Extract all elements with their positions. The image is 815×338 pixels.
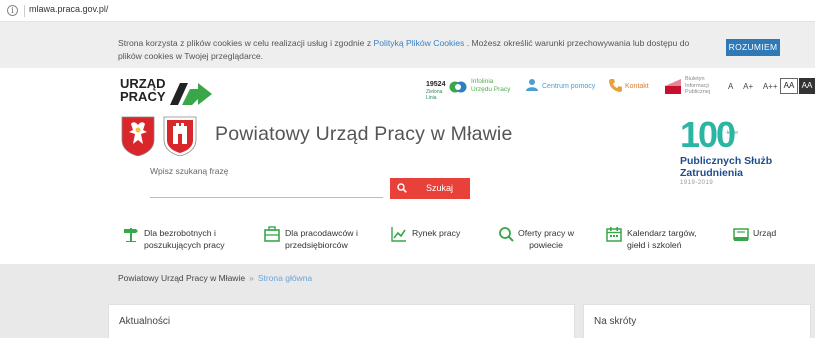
search-button[interactable]: Szukaj	[390, 178, 470, 199]
breadcrumb-home-link[interactable]: Powiatowy Urząd Pracy w Mławie	[118, 273, 245, 283]
bip-label: Biuletyn Informacji Publicznej	[685, 76, 711, 95]
font-size-large[interactable]: A+	[743, 82, 753, 91]
urzad-pracy-logo[interactable]: URZĄD PRACY	[120, 77, 212, 105]
cookie-text-before: Strona korzysta z plików cookies w celu …	[118, 38, 372, 48]
signpost-icon	[124, 228, 138, 242]
nav-line: poszukujących pracy	[144, 240, 225, 250]
logo-line2: PRACY	[120, 89, 166, 104]
anniversary-years: 1919-2019	[680, 180, 714, 186]
nav-label-employers: Dla pracodawców i przedsiębiorców	[285, 227, 358, 251]
contact-label: Kontakt	[625, 83, 649, 90]
hotline-sub: Zielona Linia	[426, 89, 443, 101]
address-separator	[24, 5, 25, 17]
contrast-normal-button[interactable]: AA	[780, 78, 798, 94]
chart-icon	[391, 227, 406, 242]
nav-line: giełd i szkoleń	[627, 240, 682, 250]
office-icon	[733, 228, 749, 241]
accept-cookies-button[interactable]: ROZUMIEM	[726, 39, 780, 56]
font-size-normal[interactable]: A	[728, 82, 733, 91]
nav-label-unemployed: Dla bezrobotnych i poszukujących pracy	[144, 227, 225, 251]
nav-line: Urząd	[753, 228, 777, 238]
nav-label-labor-market: Rynek pracy	[412, 227, 460, 239]
nav-label-calendar: Kalendarz targów, giełd i szkoleń	[627, 227, 697, 251]
breadcrumb-separator: »	[249, 273, 254, 283]
help-center-label: Centrum pomocy	[542, 83, 596, 90]
shortcuts-panel-title: Na skróty	[594, 316, 637, 327]
briefcase-icon	[264, 226, 280, 242]
search-input[interactable]	[150, 178, 383, 198]
phone-icon	[609, 79, 622, 92]
nav-line: Rynek pracy	[412, 228, 461, 238]
bip-logo-icon	[664, 78, 682, 95]
cookie-banner: Strona korzysta z plików cookies w celu …	[0, 22, 815, 68]
hotline-circles-icon	[449, 81, 467, 93]
cookie-policy-link[interactable]: Polityką Plików Cookies	[374, 38, 465, 48]
contrast-high-button[interactable]: AA	[799, 78, 815, 94]
county-crest-icon	[121, 116, 155, 156]
anniversary-lecie: -lecie	[725, 130, 739, 136]
shortcuts-panel: Na skróty	[583, 304, 811, 338]
nav-line: Kalendarz targów,	[627, 228, 697, 238]
nav-line: powiecie	[529, 240, 563, 250]
nav-line: Dla pracodawców i	[285, 228, 358, 238]
nav-label-job-offers: Oferty pracy w powiecie	[518, 227, 574, 251]
hotline-label: Infolinia Urzędu Pracy	[471, 78, 511, 93]
breadcrumb: Powiatowy Urząd Pracy w Mławie » Strona gł…	[118, 273, 312, 283]
anniversary-logo[interactable]: 100 -lecie Publicznych Służb Zatrudnieni…	[680, 117, 800, 197]
news-panel-title: Aktualności	[119, 316, 171, 327]
search-icon	[499, 227, 514, 242]
url-field[interactable]: mlawa.praca.gov.pl/	[29, 4, 108, 14]
font-size-controls: A A+ A++	[728, 82, 786, 91]
anniversary-line1: Publicznych Służb	[680, 155, 773, 167]
news-panel: Aktualności	[108, 304, 575, 338]
nav-line: przedsiębiorców	[285, 240, 348, 250]
breadcrumb-current[interactable]: Strona główna	[258, 273, 312, 283]
browser-address-bar: i mlawa.praca.gov.pl/	[0, 0, 815, 22]
info-icon[interactable]: i	[7, 5, 18, 16]
hotline-number: 19524	[426, 81, 446, 88]
font-size-xlarge[interactable]: A++	[763, 82, 778, 91]
nav-line: Dla bezrobotnych i	[144, 228, 216, 238]
main-navigation: Dla bezrobotnych i poszukujących pracy D…	[0, 226, 815, 256]
cookie-text: Strona korzysta z plików cookies w celu …	[118, 37, 708, 63]
calendar-icon	[606, 227, 622, 242]
anniversary-line2: Zatrudnienia	[680, 167, 744, 179]
nav-line: Oferty pracy w	[518, 228, 574, 238]
logo-arrow-icon	[170, 83, 212, 105]
nav-label-office: Urząd	[753, 227, 776, 239]
city-crest-icon	[163, 116, 197, 156]
page-title: Powiatowy Urząd Pracy w Mławie	[215, 123, 513, 145]
search-label: Wpisz szukaną frazę	[150, 166, 229, 176]
help-person-icon	[526, 79, 538, 91]
search-button-label: Szukaj	[426, 183, 454, 193]
search-icon	[397, 183, 407, 193]
